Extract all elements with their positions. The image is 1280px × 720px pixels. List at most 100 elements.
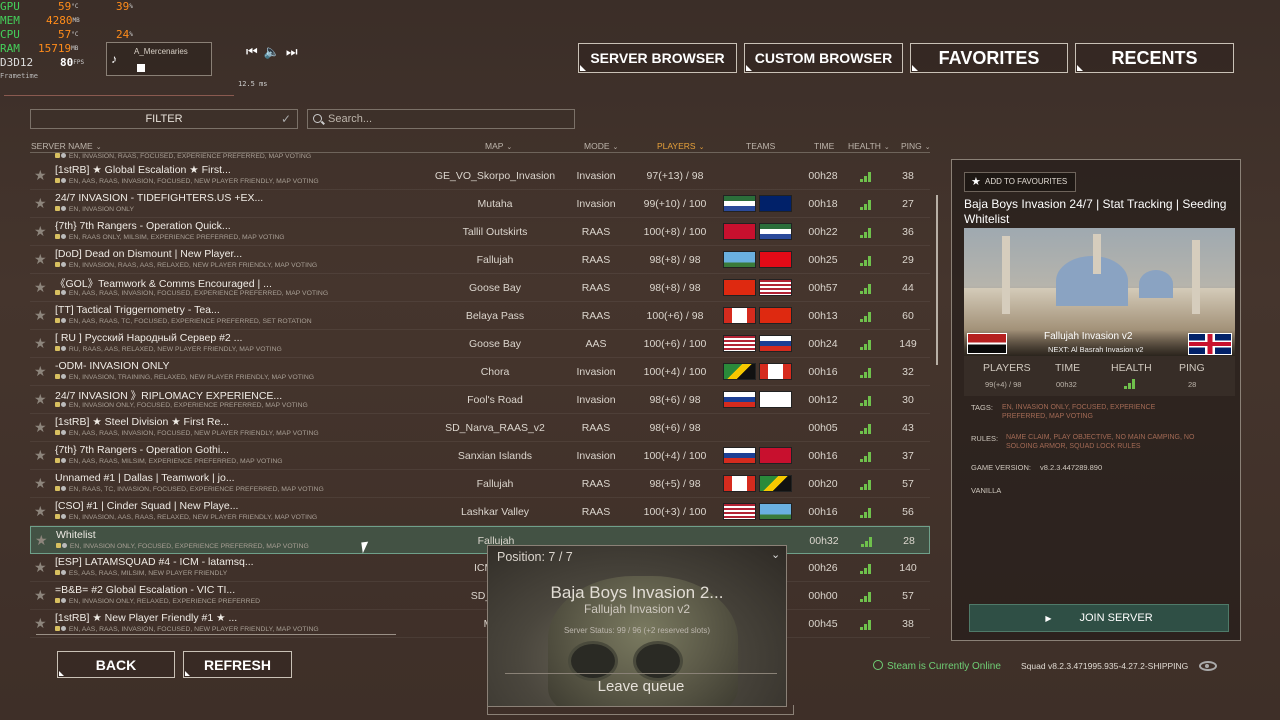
col-ping[interactable]: PING ⌄ xyxy=(901,141,931,151)
server-players: 100(+3) / 100 xyxy=(643,506,707,518)
lock-icon xyxy=(56,543,61,548)
music-track-name: A_Mercenaries xyxy=(134,47,188,56)
eye-icon[interactable] xyxy=(1199,661,1217,671)
favorite-star-icon[interactable]: ★ xyxy=(34,559,47,576)
server-row[interactable]: ★ {7th} 7th Rangers - Operation Gothi... … xyxy=(30,442,930,470)
add-to-favourites-button[interactable]: ★ ADD TO FAVOURITES xyxy=(964,172,1076,192)
recents-tab[interactable]: RECENTS xyxy=(1075,43,1234,73)
server-map: Fallujah xyxy=(476,254,514,266)
stat-ping: 28 xyxy=(1188,380,1197,389)
server-row[interactable]: ★ [1stRB] ★ Steel Division ★ First Re... … xyxy=(30,414,930,442)
favorite-star-icon[interactable]: ★ xyxy=(34,587,47,604)
server-name: -ODM- INVASION ONLY xyxy=(55,360,170,372)
collapse-chevron-icon[interactable]: ⌄ xyxy=(771,548,780,561)
join-server-button[interactable]: ▶ JOIN SERVER xyxy=(969,604,1229,632)
vanilla-label: VANILLA xyxy=(971,486,1002,495)
mem-label: MEM xyxy=(0,14,20,27)
col-players[interactable]: PLAYERS ⌄ xyxy=(657,141,704,151)
favorite-star-icon[interactable]: ★ xyxy=(34,307,47,324)
favorite-star-icon[interactable]: ★ xyxy=(34,391,47,408)
server-mode: RAAS xyxy=(581,226,611,238)
favorite-star-icon[interactable]: ★ xyxy=(34,251,47,268)
server-row[interactable]: ★ Unnamed #1 | Dallas | Teamwork | jo... … xyxy=(30,470,930,498)
server-row[interactable]: ★ 24/7 INVASION - TIDEFIGHTERS.US +EX... … xyxy=(30,190,930,218)
server-browser-tab[interactable]: SERVER BROWSER xyxy=(578,43,737,73)
server-name: [TT] Tactical Triggernometry - Tea... xyxy=(55,304,220,316)
back-button[interactable]: BACK xyxy=(57,651,175,678)
online-check-icon xyxy=(873,660,883,670)
favorites-tab[interactable]: FAVORITES xyxy=(910,43,1068,73)
favorite-star-icon[interactable]: ★ xyxy=(34,195,47,212)
team-flag-icon xyxy=(759,251,792,268)
horizontal-scrollbar[interactable] xyxy=(36,634,396,635)
server-row[interactable]: ★ -ODM- INVASION ONLY EN, INVASION, TRAIN… xyxy=(30,358,930,386)
refresh-button[interactable]: REFRESH xyxy=(183,651,292,678)
server-players: 98(+6) / 98 xyxy=(649,394,701,406)
health-bars-icon xyxy=(860,171,872,182)
server-time: 00h16 xyxy=(808,450,838,462)
server-name: [1stRB] ★ Steel Division ★ First Re... xyxy=(55,416,230,428)
checkmark-icon: ✓ xyxy=(280,112,291,126)
health-bars-icon xyxy=(860,591,872,602)
team-flag-icon xyxy=(723,363,756,380)
previous-track-icon[interactable]: ⏮ xyxy=(246,44,264,59)
favorite-star-icon[interactable]: ★ xyxy=(34,279,47,296)
server-row[interactable]: ★ [TT] Tactical Triggernometry - Tea... E… xyxy=(30,302,930,330)
favorite-star-icon[interactable]: ★ xyxy=(34,615,47,632)
team-flag-icon xyxy=(759,307,792,324)
server-ping: 57 xyxy=(902,590,914,602)
col-server-name[interactable]: SERVER NAME ⌄ xyxy=(31,141,102,151)
rules-label: RULES: xyxy=(971,434,999,443)
server-row[interactable]: ★ [ RU ] Русский Народный Сервер #2 ... R… xyxy=(30,330,930,358)
favorite-star-icon[interactable]: ★ xyxy=(34,419,47,436)
server-row[interactable]: ★ [ESP] LATAMSQUAD #4 - ICM - latamsq... … xyxy=(30,554,930,582)
custom-browser-tab[interactable]: CUSTOM BROWSER xyxy=(744,43,903,73)
server-time: 00h16 xyxy=(808,506,838,518)
server-time: 00h24 xyxy=(808,338,838,350)
team-flag-icon xyxy=(759,447,792,464)
anticheat-icon xyxy=(61,346,66,351)
game-version-label: Squad v8.2.3.471995.935-4.27.2-SHIPPING xyxy=(1021,661,1189,671)
server-row[interactable]: ★ {7th} 7th Rangers - Operation Quick... … xyxy=(30,218,930,246)
anticheat-icon xyxy=(61,430,66,435)
server-players: 100(+4) / 100 xyxy=(643,366,707,378)
volume-icon[interactable]: 🔈 xyxy=(264,44,286,59)
details-tags: EN, INVASION ONLY, FOCUSED, EXPERIENCE P… xyxy=(1002,404,1156,420)
col-mode[interactable]: MODE ⌄ xyxy=(584,141,618,151)
favorite-star-icon[interactable]: ★ xyxy=(34,503,47,520)
server-time: 00h25 xyxy=(808,254,838,266)
lock-icon xyxy=(55,514,60,519)
server-row[interactable]: ★ [DoD] Dead on Dismount | New Player... … xyxy=(30,246,930,274)
server-row[interactable]: ★ =B&B= #2 Global Escalation - VIC TI... … xyxy=(30,582,930,610)
server-row[interactable]: ★ 24/7 INVASION 》RIPLOMACY EXPERIENCE... … xyxy=(30,386,930,414)
server-tags: EN, AAS, RAAS, INVASION, FOCUSED, NEW PL… xyxy=(55,626,319,633)
stop-icon[interactable] xyxy=(137,64,145,72)
next-track-icon[interactable]: ⏭ xyxy=(286,44,304,59)
favorite-star-icon[interactable]: ★ xyxy=(34,447,47,464)
leave-queue-button[interactable]: Leave queue xyxy=(505,673,777,699)
frametime-value: 12.5 ms xyxy=(238,80,268,88)
server-row[interactable]: ★ Whitelist EN, INVASION ONLY, FOCUSED, E… xyxy=(30,526,930,554)
music-controls[interactable]: ⏮🔈⏭ xyxy=(246,44,304,60)
favorite-star-icon[interactable]: ★ xyxy=(34,223,47,240)
favorite-star-icon[interactable]: ★ xyxy=(34,335,47,352)
server-row[interactable]: ★ [CSO] #1 | Cinder Squad | New Playe... … xyxy=(30,498,930,526)
favorite-star-icon[interactable]: ★ xyxy=(34,167,47,184)
col-health[interactable]: HEALTH ⌄ xyxy=(848,141,890,151)
favorite-star-icon[interactable]: ★ xyxy=(34,475,47,492)
favorite-star-icon[interactable]: ★ xyxy=(35,532,48,549)
lock-icon xyxy=(55,458,60,463)
col-teams[interactable]: TEAMS xyxy=(746,141,775,151)
vertical-scrollbar[interactable] xyxy=(936,195,938,365)
health-bars-icon xyxy=(860,199,872,210)
search-input[interactable]: Search... xyxy=(307,109,575,129)
gpu-temp: 59 xyxy=(58,0,72,13)
details-rules: NAME CLAIM, PLAY OBJECTIVE, NO MAIN CAMP… xyxy=(1006,434,1195,450)
col-map[interactable]: MAP ⌄ xyxy=(485,141,512,151)
filter-button[interactable]: FILTER ✓ xyxy=(30,109,298,129)
server-row[interactable]: ★ [1stRB] ★ Global Escalation ★ First... … xyxy=(30,162,930,190)
server-ping: 38 xyxy=(902,170,914,182)
col-time[interactable]: TIME xyxy=(814,141,834,151)
server-row[interactable]: ★ 《GOL》Teamwork & Comms Encouraged | ... … xyxy=(30,274,930,302)
favorite-star-icon[interactable]: ★ xyxy=(34,363,47,380)
